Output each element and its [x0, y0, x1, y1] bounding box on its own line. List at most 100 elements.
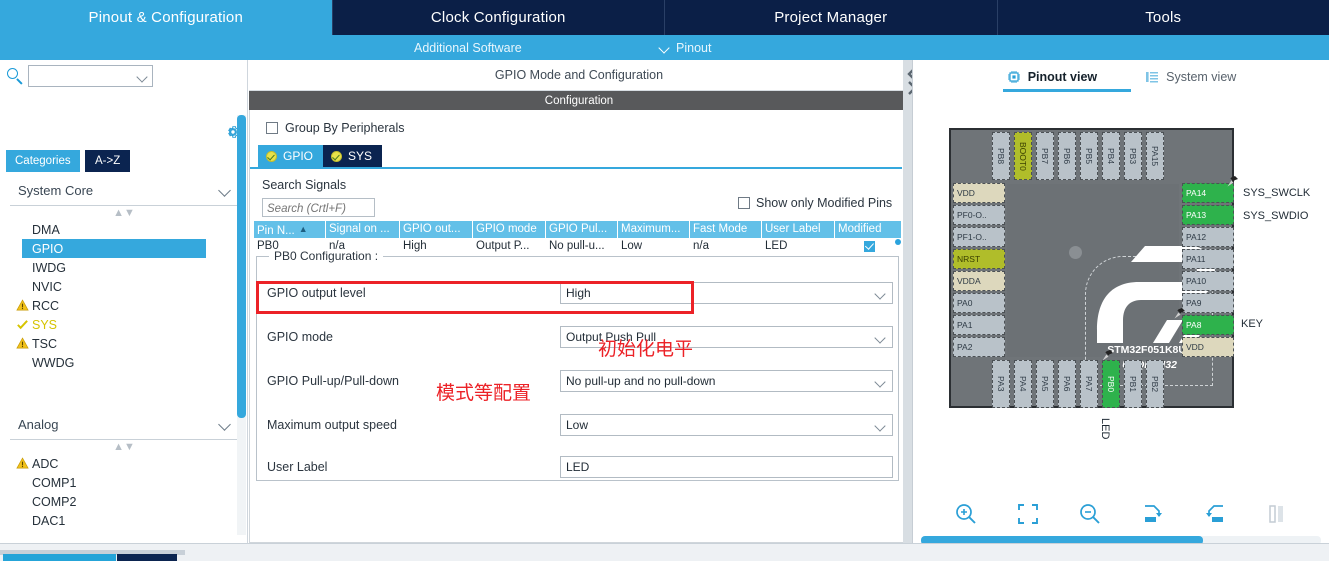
peripheral-tab-sys[interactable]: SYS — [323, 145, 383, 167]
chevron-down-icon — [874, 287, 886, 300]
sidebar-scrollbar[interactable] — [237, 115, 246, 535]
column-gpio-pull[interactable]: GPIO Pul... — [546, 221, 618, 238]
group-by-peripherals-checkbox[interactable] — [266, 122, 278, 134]
pin-pa4[interactable]: PA4 — [1014, 360, 1032, 408]
group-header-system-core[interactable]: System Core — [10, 176, 238, 206]
panel-toggle-icon[interactable] — [1264, 501, 1290, 527]
subtab-pinout[interactable]: Pinout — [660, 41, 711, 55]
sidebar-scrollbar-thumb[interactable] — [237, 115, 246, 418]
pin-pa2[interactable]: PA2 — [953, 337, 1005, 357]
column-user-label[interactable]: User Label — [762, 221, 835, 238]
configuration-header-label: Configuration — [544, 94, 614, 107]
scroll-up-indicator[interactable]: ▲▼ — [10, 440, 238, 454]
rotate-left-icon[interactable] — [1202, 501, 1228, 527]
peripheral-tab-gpio[interactable]: GPIO — [258, 145, 324, 167]
pin-pa1[interactable]: PA1 — [953, 315, 1005, 335]
user-label-input[interactable]: LED — [560, 455, 893, 478]
zoom-out-icon[interactable] — [1077, 501, 1103, 527]
group-by-peripherals-row[interactable]: Group By Peripherals — [266, 121, 405, 135]
pin-pa15[interactable]: PA15 — [1146, 132, 1164, 180]
column-maximum-speed[interactable]: Maximum... — [618, 221, 690, 238]
field-gpio-pull: GPIO Pull-up/Pull-down No pull-up and no… — [257, 367, 900, 394]
group-header-analog[interactable]: Analog — [10, 410, 238, 440]
sidebar-item-iwdg[interactable]: IWDG — [10, 258, 238, 277]
scroll-up-indicator[interactable]: ▲▼ — [10, 206, 238, 220]
tab-system-view[interactable]: System view — [1145, 70, 1236, 84]
chip-diagram: VSS STM32F051K8Ux UFQFPN32 PB8 BOOT0 PB7… — [949, 128, 1310, 439]
pin-pb3[interactable]: PB3 — [1124, 132, 1142, 180]
sidebar-item-adc[interactable]: ADC — [10, 454, 238, 473]
pin-pa6[interactable]: PA6 — [1058, 360, 1076, 408]
search-input[interactable] — [28, 65, 153, 87]
column-gpio-mode[interactable]: GPIO mode — [473, 221, 546, 238]
pin-pb1[interactable]: PB1 — [1124, 360, 1142, 408]
center-panel-scrollbar[interactable] — [903, 60, 912, 543]
sidebar-item-nvic[interactable]: NVIC — [10, 277, 238, 296]
peripheral-list: System Core ▲▼ DMA GPIO IWDG NVIC RCC SY — [0, 176, 248, 561]
fieldset-legend: PB0 Configuration : — [269, 249, 384, 263]
pin-pf1[interactable]: PF1-O.. — [953, 227, 1005, 247]
tab-clock-configuration[interactable]: Clock Configuration — [333, 0, 665, 35]
pin-vdda[interactable]: VDDA — [953, 271, 1005, 291]
sidebar-item-comp2[interactable]: COMP2 — [10, 492, 238, 511]
pin-pb2[interactable]: PB2 — [1146, 360, 1164, 408]
tab-tools[interactable]: Tools — [998, 0, 1329, 35]
subtab-additional-software[interactable]: Additional Software — [414, 41, 522, 55]
show-only-modified-checkbox[interactable] — [738, 197, 750, 209]
tab-pinout-view[interactable]: Pinout view — [1002, 70, 1132, 92]
pin-pa10[interactable]: PA10 — [1182, 271, 1234, 291]
pin-pb7[interactable]: PB7 — [1036, 132, 1054, 180]
pin-pf0[interactable]: PF0-O.. — [953, 205, 1005, 225]
pin-boot0[interactable]: BOOT0 — [1014, 132, 1032, 180]
modified-checkbox[interactable] — [864, 241, 875, 252]
rotate-right-icon[interactable] — [1140, 501, 1166, 527]
tab-label: Project Manager — [774, 9, 888, 26]
column-fast-mode[interactable]: Fast Mode — [690, 221, 762, 238]
mode-az-button[interactable]: A->Z — [85, 150, 131, 172]
pin-pa5[interactable]: PA5 — [1036, 360, 1054, 408]
mode-categories-button[interactable]: Categories — [6, 150, 80, 172]
sidebar-item-dac1[interactable]: DAC1 — [10, 511, 238, 530]
zoom-in-icon[interactable] — [953, 501, 979, 527]
pin-pa9[interactable]: PA9 — [1182, 293, 1234, 313]
pin-pa11[interactable]: PA11 — [1182, 249, 1234, 269]
taskbar-item-1[interactable] — [3, 554, 116, 561]
pin-pa13[interactable]: PA13 — [1182, 205, 1234, 225]
pin-pb6[interactable]: PB6 — [1058, 132, 1076, 180]
maximum-output-speed-select[interactable]: Low — [560, 413, 893, 436]
search-icon — [4, 65, 26, 87]
tab-project-manager[interactable]: Project Manager — [665, 0, 998, 35]
pin-pa0[interactable]: PA0 — [953, 293, 1005, 313]
column-modified[interactable]: Modified — [835, 221, 901, 238]
pin-pa8[interactable]: PA8 — [1182, 315, 1234, 335]
sidebar-item-dma[interactable]: DMA — [10, 220, 238, 239]
show-only-modified-row[interactable]: Show only Modified Pins — [738, 196, 892, 210]
cell-modified[interactable] — [835, 238, 901, 255]
pin-vdd-left[interactable]: VDD — [953, 183, 1005, 203]
column-pin-name[interactable]: Pin N... ▲ — [254, 221, 326, 238]
column-gpio-output[interactable]: GPIO out... — [400, 221, 473, 238]
cell-user-label: LED — [765, 240, 788, 252]
pin-pb8[interactable]: PB8 — [992, 132, 1010, 180]
taskbar-item-2[interactable] — [117, 554, 177, 561]
pin-pa3[interactable]: PA3 — [992, 360, 1010, 408]
pin-pa7[interactable]: PA7 — [1080, 360, 1098, 408]
fit-screen-icon[interactable] — [1015, 501, 1041, 527]
sidebar-item-label: WWDG — [32, 355, 75, 370]
pin-vdd-right[interactable]: VDD — [1182, 337, 1234, 357]
tab-pinout-configuration[interactable]: Pinout & Configuration — [0, 0, 333, 35]
search-signals-input[interactable] — [262, 198, 375, 217]
sidebar-item-gpio[interactable]: GPIO — [22, 239, 206, 258]
pin-pb5[interactable]: PB5 — [1080, 132, 1098, 180]
sidebar-item-wwdg[interactable]: WWDG — [10, 353, 238, 372]
sidebar-item-tsc[interactable]: TSC — [10, 334, 238, 353]
sidebar-item-sys[interactable]: SYS — [10, 315, 238, 334]
pin-pa12[interactable]: PA12 — [1182, 227, 1234, 247]
pin-pb4[interactable]: PB4 — [1102, 132, 1120, 180]
sidebar-item-comp1[interactable]: COMP1 — [10, 473, 238, 492]
pin-nrst[interactable]: NRST — [953, 249, 1005, 269]
sidebar-item-rcc[interactable]: RCC — [10, 296, 238, 315]
gpio-pull-select[interactable]: No pull-up and no pull-down — [560, 369, 893, 392]
column-signal-on[interactable]: Signal on ... — [326, 221, 400, 238]
pin-pb0[interactable]: PB0 — [1102, 360, 1120, 408]
